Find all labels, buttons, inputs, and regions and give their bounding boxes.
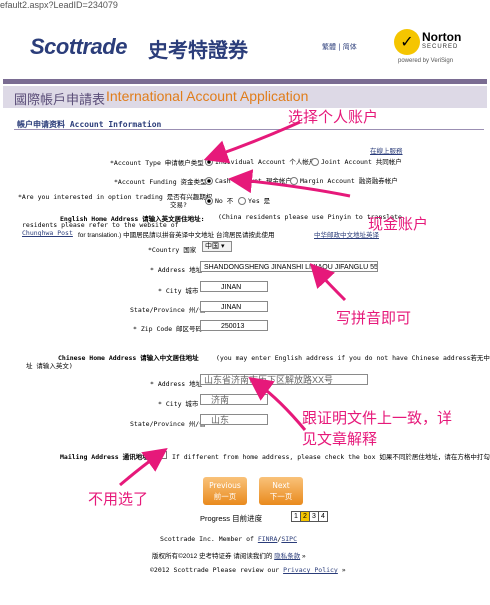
annotation-individual: 选择个人账户: [288, 108, 379, 126]
annotation-arrows: [119, 120, 351, 487]
annotation-consistent: 跟证明文件上一致，详: [302, 409, 453, 427]
annotation-consistent-2: 见文章解释: [302, 430, 378, 448]
arrow-pinyin: [309, 263, 347, 302]
annotation-cash: 现金账户: [368, 215, 429, 233]
annotation-pinyin: 写拼音即可: [336, 309, 412, 327]
arrow-cash: [228, 169, 351, 198]
annotation-skip: 不用选了: [88, 490, 149, 508]
arrow-individual: [203, 120, 301, 164]
arrow-skip: [119, 447, 168, 487]
arrow-consistent: [248, 376, 307, 431]
